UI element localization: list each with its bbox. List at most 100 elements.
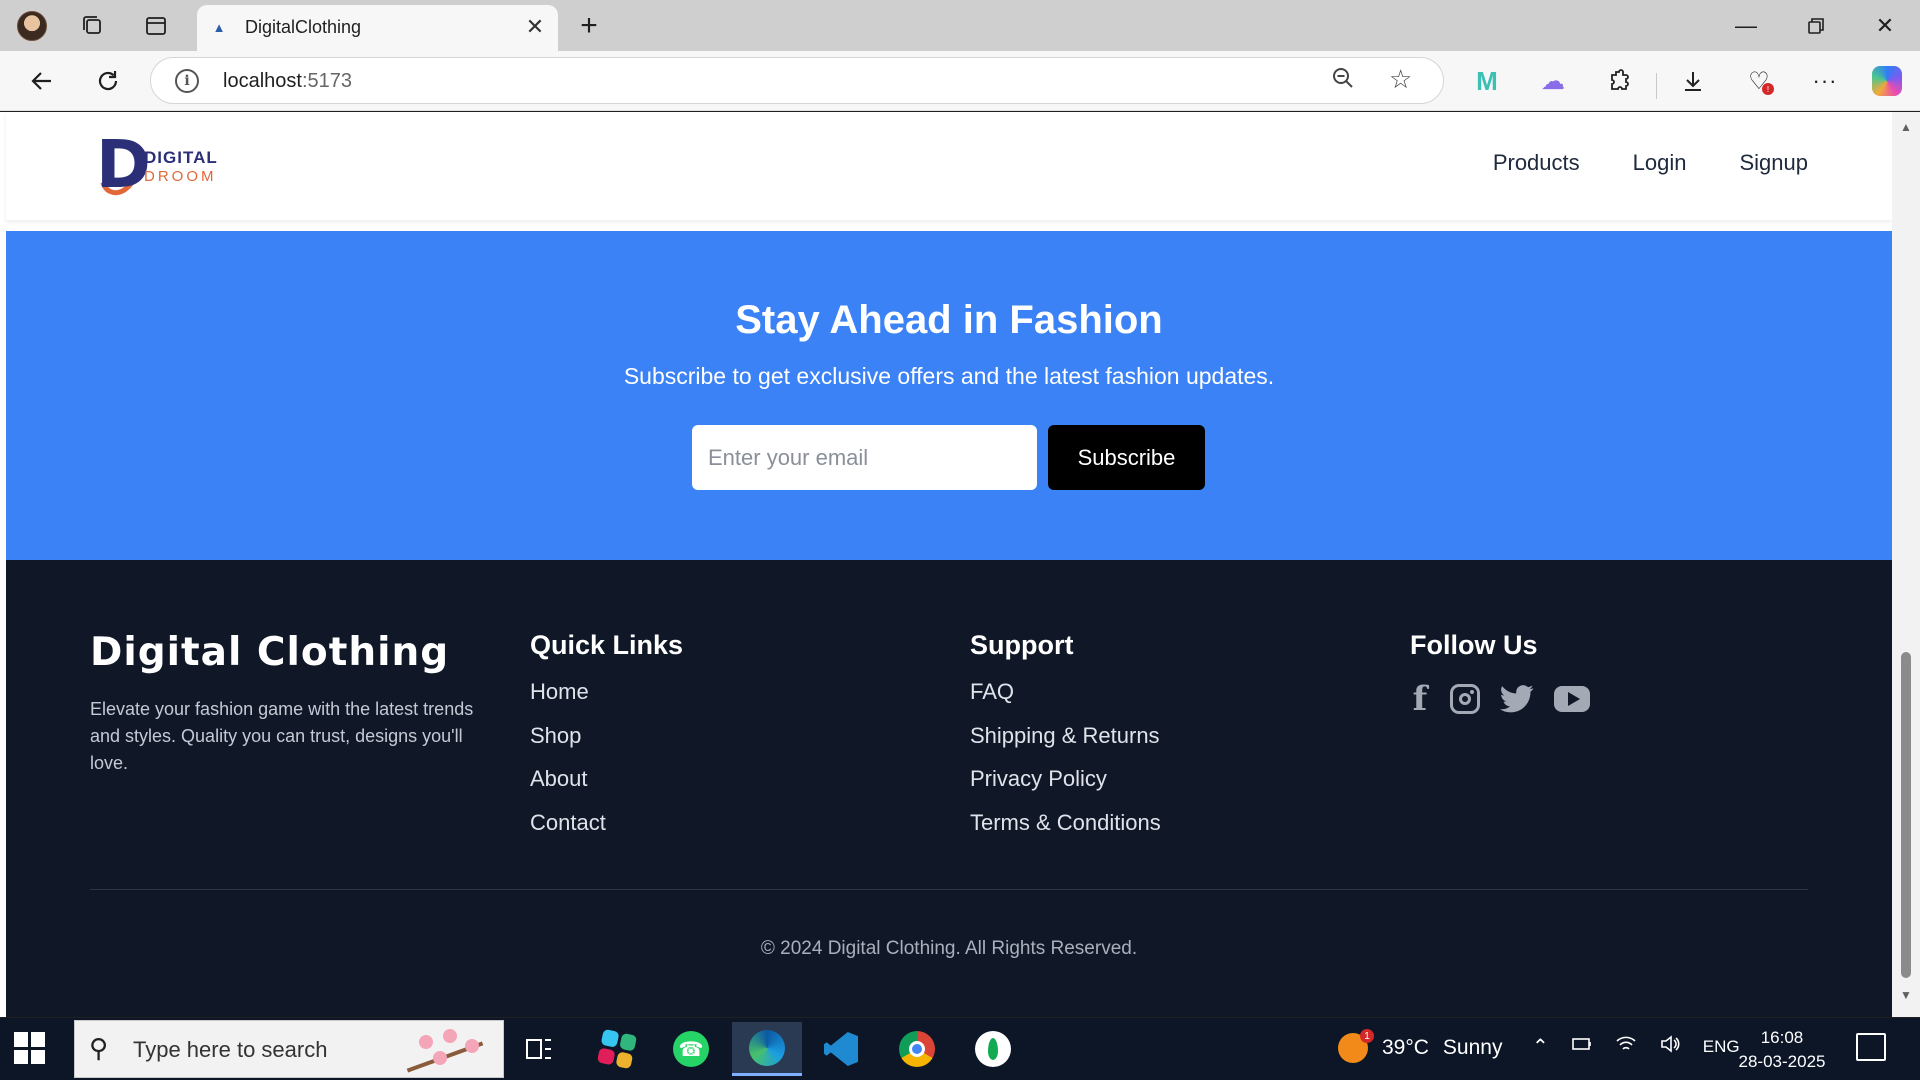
weather-widget[interactable]: 1 39°C Sunny: [1338, 1029, 1503, 1066]
vscode-app-icon[interactable]: [806, 1022, 876, 1076]
nav-products-link[interactable]: Products: [1493, 150, 1580, 176]
volume-icon[interactable]: [1659, 1034, 1681, 1059]
site-footer: Digital Clothing Elevate your fashion ga…: [6, 560, 1892, 1017]
logo-mark: D: [96, 126, 151, 203]
url-text[interactable]: localhost:5173: [223, 70, 352, 93]
avatar-icon: [17, 11, 47, 41]
quick-links-title: Quick Links: [530, 630, 684, 660]
scrollbar-thumb[interactable]: [1901, 652, 1911, 978]
newsletter-section: Stay Ahead in Fashion Subscribe to get e…: [6, 231, 1892, 560]
back-icon[interactable]: [24, 63, 60, 99]
footer-link-contact[interactable]: Contact: [530, 810, 683, 854]
footer-link-privacy[interactable]: Privacy Policy: [970, 766, 1161, 810]
tab-close-icon[interactable]: ✕: [522, 14, 548, 40]
footer-brand-title: Digital Clothing: [90, 630, 450, 675]
site-header: D DIGITAL DROOM Products Login Signup: [6, 112, 1892, 220]
social-icons: f: [1410, 679, 1590, 719]
main-nav: Products Login Signup: [1493, 150, 1808, 176]
youtube-icon[interactable]: [1554, 686, 1590, 712]
newsletter-subtitle: Subscribe to get exclusive offers and th…: [623, 363, 1275, 389]
window-close-icon[interactable]: ✕: [1857, 6, 1913, 46]
logo-text-top: DIGITAL: [144, 148, 218, 167]
page-viewport: D DIGITAL DROOM Products Login Signup St…: [0, 112, 1920, 1017]
chrome-app-icon[interactable]: [882, 1022, 952, 1076]
slack-app-icon[interactable]: [582, 1022, 652, 1076]
footer-link-faq[interactable]: FAQ: [970, 679, 1161, 723]
support-column: Support FAQ Shipping & Returns Privacy P…: [970, 630, 1161, 853]
footer-divider: [90, 889, 1808, 890]
windows-taskbar: ⚲ Type here to search ☎ 1 39°C Sunny ⌃ E…: [0, 1018, 1920, 1080]
extension-cloud-icon[interactable]: ☁: [1536, 64, 1570, 98]
window-restore-icon[interactable]: [1788, 6, 1844, 46]
site-logo[interactable]: D DIGITAL DROOM: [91, 126, 236, 203]
email-input[interactable]: [692, 425, 1037, 490]
footer-link-about[interactable]: About: [530, 766, 683, 810]
mongodb-compass-app-icon[interactable]: [958, 1022, 1028, 1076]
zoom-out-icon[interactable]: [1331, 66, 1355, 96]
facebook-icon[interactable]: f: [1410, 679, 1430, 719]
browser-tab-active[interactable]: ▲ DigitalClothing ✕: [197, 5, 558, 51]
subscribe-button[interactable]: Subscribe: [1048, 425, 1205, 490]
copyright-text: © 2024 Digital Clothing. All Rights Rese…: [760, 938, 1138, 959]
extension-m-icon[interactable]: M: [1470, 64, 1504, 98]
weather-temperature: 39°C: [1382, 1036, 1429, 1059]
windows-start-icon[interactable]: [14, 1032, 46, 1064]
tab-title: DigitalClothing: [245, 17, 362, 37]
search-icon: ⚲: [89, 1033, 109, 1063]
taskbar-search-placeholder: Type here to search: [133, 1037, 328, 1062]
weather-badge: 1: [1360, 1029, 1374, 1043]
scroll-up-icon[interactable]: ▲: [1900, 120, 1912, 134]
task-view-icon[interactable]: [504, 1022, 574, 1076]
notification-center-icon[interactable]: [1856, 1033, 1886, 1061]
profile-avatar[interactable]: [14, 8, 50, 44]
web-page: D DIGITAL DROOM Products Login Signup St…: [6, 112, 1892, 1017]
taskbar-clock[interactable]: 16:08 28-03-2025: [1732, 1026, 1832, 1074]
instagram-icon[interactable]: [1450, 684, 1480, 714]
wifi-icon[interactable]: [1615, 1035, 1637, 1059]
edge-app-icon[interactable]: [732, 1022, 802, 1076]
window-minimize-icon[interactable]: —: [1718, 6, 1774, 46]
search-highlight-image: [399, 1025, 495, 1075]
copilot-icon[interactable]: [1870, 64, 1904, 98]
favorite-star-icon[interactable]: ☆: [1389, 64, 1412, 95]
site-info-icon[interactable]: i: [175, 69, 199, 93]
toolbar-divider: [1656, 73, 1657, 99]
quick-links-column: Quick Links Home Shop About Contact: [530, 630, 683, 853]
url-port: :5173: [301, 70, 352, 92]
show-hidden-icons-icon[interactable]: ⌃: [1532, 1034, 1549, 1059]
sun-icon: 1: [1338, 1029, 1374, 1063]
footer-link-home[interactable]: Home: [530, 679, 683, 723]
notification-badge: !: [1762, 83, 1774, 95]
nav-login-link[interactable]: Login: [1633, 150, 1687, 176]
site-favicon-icon: ▲: [212, 19, 226, 35]
new-tab-icon[interactable]: +: [571, 8, 607, 44]
footer-link-terms[interactable]: Terms & Conditions: [970, 810, 1161, 854]
browser-essentials-icon[interactable]: ♡!: [1742, 64, 1776, 98]
workspaces-icon[interactable]: [74, 8, 110, 44]
system-tray: ⌃ ENG: [1532, 1034, 1740, 1059]
clock-time: 16:08: [1760, 1028, 1804, 1047]
address-bar[interactable]: i localhost:5173 ☆: [150, 57, 1444, 104]
whatsapp-app-icon[interactable]: ☎: [656, 1022, 726, 1076]
more-options-icon[interactable]: ···: [1808, 64, 1842, 98]
battery-icon[interactable]: [1571, 1035, 1593, 1058]
browser-tab-strip: ▲ DigitalClothing ✕ + — ✕: [0, 0, 1920, 51]
footer-brand-description: Elevate your fashion game with the lates…: [90, 699, 474, 773]
footer-link-shop[interactable]: Shop: [530, 723, 683, 767]
nav-signup-link[interactable]: Signup: [1739, 150, 1808, 176]
follow-title: Follow Us: [1410, 630, 1538, 660]
weather-condition: Sunny: [1442, 1036, 1503, 1059]
reload-icon[interactable]: [90, 63, 126, 99]
extensions-puzzle-icon[interactable]: [1602, 64, 1636, 98]
downloads-icon[interactable]: [1676, 64, 1710, 98]
browser-toolbar: i localhost:5173 ☆ M ☁ ♡! ···: [0, 51, 1920, 111]
twitter-icon[interactable]: [1500, 684, 1534, 714]
scroll-down-icon[interactable]: ▼: [1900, 988, 1912, 1002]
clock-date: 28-03-2025: [1738, 1052, 1826, 1071]
taskbar-search-box[interactable]: ⚲ Type here to search: [74, 1020, 504, 1078]
footer-link-shipping[interactable]: Shipping & Returns: [970, 723, 1161, 767]
support-title: Support: [970, 630, 1074, 660]
newsletter-title: Stay Ahead in Fashion: [735, 298, 1163, 342]
tab-actions-icon[interactable]: [138, 8, 174, 44]
page-scrollbar[interactable]: ▲ ▼: [1892, 112, 1920, 1017]
